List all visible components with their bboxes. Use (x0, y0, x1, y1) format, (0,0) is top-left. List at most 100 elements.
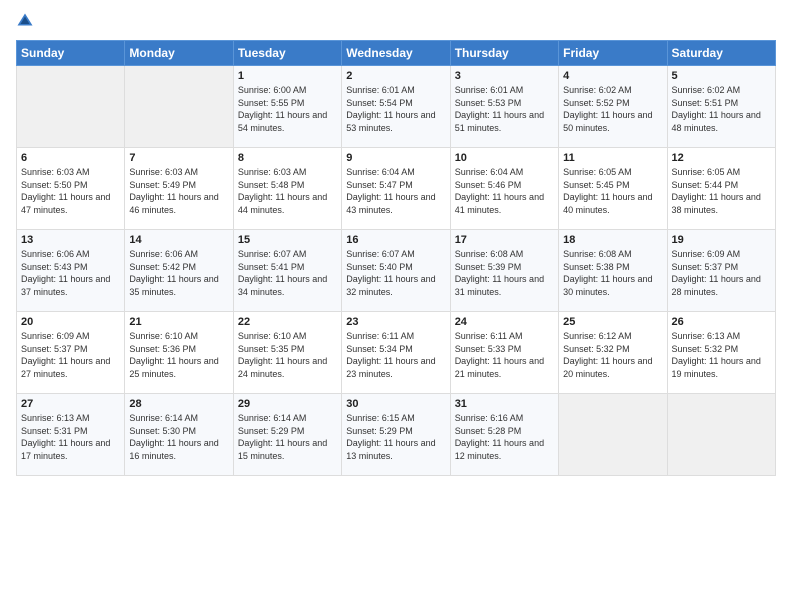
cell-info: Sunrise: 6:04 AMSunset: 5:47 PMDaylight:… (346, 166, 445, 216)
day-number: 30 (346, 398, 445, 410)
page: SundayMondayTuesdayWednesdayThursdayFrid… (0, 0, 792, 612)
cell-info: Sunrise: 6:14 AMSunset: 5:30 PMDaylight:… (129, 412, 228, 462)
cell-info: Sunrise: 6:10 AMSunset: 5:35 PMDaylight:… (238, 330, 337, 380)
day-number: 14 (129, 234, 228, 246)
day-header-monday: Monday (125, 41, 233, 66)
calendar-cell: 27 Sunrise: 6:13 AMSunset: 5:31 PMDayligh… (17, 394, 125, 476)
calendar-cell: 7Sunrise: 6:03 AMSunset: 5:49 PMDaylight… (125, 148, 233, 230)
calendar-cell (17, 66, 125, 148)
cell-info: Sunrise: 6:05 AMSunset: 5:44 PMDaylight:… (672, 166, 771, 216)
day-number: 19 (672, 234, 771, 246)
calendar-body: 1 Sunrise: 6:00 AMSunset: 5:55 PMDaylight… (17, 66, 776, 476)
cell-info: Sunrise: 6:02 AMSunset: 5:52 PMDaylight:… (563, 84, 662, 134)
cell-info: Sunrise: 6:04 AMSunset: 5:46 PMDaylight:… (455, 166, 554, 216)
calendar-cell: 13 Sunrise: 6:06 AMSunset: 5:43 PMDayligh… (17, 230, 125, 312)
calendar-cell: 19 Sunrise: 6:09 AMSunset: 5:37 PMDayligh… (667, 230, 775, 312)
cell-info: Sunrise: 6:03 AMSunset: 5:48 PMDaylight:… (238, 166, 337, 216)
cell-info: Sunrise: 6:09 AMSunset: 5:37 PMDaylight:… (672, 248, 771, 298)
week-row-4: 20Sunrise: 6:09 AMSunset: 5:37 PMDayligh… (17, 312, 776, 394)
cell-info: Sunrise: 6:01 AMSunset: 5:53 PMDaylight:… (455, 84, 554, 134)
calendar-cell: 14Sunrise: 6:06 AMSunset: 5:42 PMDayligh… (125, 230, 233, 312)
calendar-cell (559, 394, 667, 476)
week-row-1: 1 Sunrise: 6:00 AMSunset: 5:55 PMDaylight… (17, 66, 776, 148)
calendar-cell: 24 Sunrise: 6:11 AMSunset: 5:33 PMDayligh… (450, 312, 558, 394)
cell-info: Sunrise: 6:03 AMSunset: 5:49 PMDaylight:… (129, 166, 228, 216)
cell-info: Sunrise: 6:08 AMSunset: 5:38 PMDaylight:… (563, 248, 662, 298)
cell-info: Sunrise: 6:02 AMSunset: 5:51 PMDaylight:… (672, 84, 771, 134)
cell-info: Sunrise: 6:13 AMSunset: 5:31 PMDaylight:… (21, 412, 120, 462)
day-number: 15 (238, 234, 337, 246)
day-number: 1 (238, 70, 337, 82)
calendar-cell: 20Sunrise: 6:09 AMSunset: 5:37 PMDayligh… (17, 312, 125, 394)
cell-info: Sunrise: 6:16 AMSunset: 5:28 PMDaylight:… (455, 412, 554, 462)
week-row-5: 27 Sunrise: 6:13 AMSunset: 5:31 PMDayligh… (17, 394, 776, 476)
day-number: 27 (21, 398, 120, 410)
cell-info: Sunrise: 6:09 AMSunset: 5:37 PMDaylight:… (21, 330, 120, 380)
cell-info: Sunrise: 6:07 AMSunset: 5:41 PMDaylight:… (238, 248, 337, 298)
calendar-cell: 12 Sunrise: 6:05 AMSunset: 5:44 PMDayligh… (667, 148, 775, 230)
logo (16, 12, 38, 30)
week-row-3: 13 Sunrise: 6:06 AMSunset: 5:43 PMDayligh… (17, 230, 776, 312)
calendar-cell: 5 Sunrise: 6:02 AMSunset: 5:51 PMDaylight… (667, 66, 775, 148)
cell-info: Sunrise: 6:13 AMSunset: 5:32 PMDaylight:… (672, 330, 771, 380)
day-number: 22 (238, 316, 337, 328)
day-header-saturday: Saturday (667, 41, 775, 66)
header (16, 12, 776, 30)
day-number: 2 (346, 70, 445, 82)
week-row-2: 6 Sunrise: 6:03 AMSunset: 5:50 PMDaylight… (17, 148, 776, 230)
calendar-cell: 22 Sunrise: 6:10 AMSunset: 5:35 PMDayligh… (233, 312, 341, 394)
day-number: 3 (455, 70, 554, 82)
day-number: 18 (563, 234, 662, 246)
cell-info: Sunrise: 6:10 AMSunset: 5:36 PMDaylight:… (129, 330, 228, 380)
calendar-cell: 15 Sunrise: 6:07 AMSunset: 5:41 PMDayligh… (233, 230, 341, 312)
day-number: 13 (21, 234, 120, 246)
cell-info: Sunrise: 6:08 AMSunset: 5:39 PMDaylight:… (455, 248, 554, 298)
calendar-cell: 17 Sunrise: 6:08 AMSunset: 5:39 PMDayligh… (450, 230, 558, 312)
day-number: 26 (672, 316, 771, 328)
calendar-cell: 3 Sunrise: 6:01 AMSunset: 5:53 PMDaylight… (450, 66, 558, 148)
calendar-cell: 11 Sunrise: 6:05 AMSunset: 5:45 PMDayligh… (559, 148, 667, 230)
cell-info: Sunrise: 6:11 AMSunset: 5:34 PMDaylight:… (346, 330, 445, 380)
day-number: 21 (129, 316, 228, 328)
calendar-cell: 6 Sunrise: 6:03 AMSunset: 5:50 PMDaylight… (17, 148, 125, 230)
day-number: 8 (238, 152, 337, 164)
calendar-cell: 26 Sunrise: 6:13 AMSunset: 5:32 PMDayligh… (667, 312, 775, 394)
cell-info: Sunrise: 6:06 AMSunset: 5:43 PMDaylight:… (21, 248, 120, 298)
day-number: 17 (455, 234, 554, 246)
calendar-header: SundayMondayTuesdayWednesdayThursdayFrid… (17, 41, 776, 66)
logo-icon (16, 12, 34, 30)
cell-info: Sunrise: 6:12 AMSunset: 5:32 PMDaylight:… (563, 330, 662, 380)
calendar-cell: 8 Sunrise: 6:03 AMSunset: 5:48 PMDaylight… (233, 148, 341, 230)
day-number: 11 (563, 152, 662, 164)
calendar-table: SundayMondayTuesdayWednesdayThursdayFrid… (16, 40, 776, 476)
calendar-cell: 28Sunrise: 6:14 AMSunset: 5:30 PMDayligh… (125, 394, 233, 476)
day-number: 25 (563, 316, 662, 328)
day-header-thursday: Thursday (450, 41, 558, 66)
calendar-cell (667, 394, 775, 476)
cell-info: Sunrise: 6:05 AMSunset: 5:45 PMDaylight:… (563, 166, 662, 216)
calendar-cell: 31Sunrise: 6:16 AMSunset: 5:28 PMDayligh… (450, 394, 558, 476)
calendar-cell: 21 Sunrise: 6:10 AMSunset: 5:36 PMDayligh… (125, 312, 233, 394)
day-header-friday: Friday (559, 41, 667, 66)
cell-info: Sunrise: 6:11 AMSunset: 5:33 PMDaylight:… (455, 330, 554, 380)
day-number: 12 (672, 152, 771, 164)
day-number: 9 (346, 152, 445, 164)
calendar-cell: 9 Sunrise: 6:04 AMSunset: 5:47 PMDaylight… (342, 148, 450, 230)
calendar-cell: 30Sunrise: 6:15 AMSunset: 5:29 PMDayligh… (342, 394, 450, 476)
calendar-cell: 10Sunrise: 6:04 AMSunset: 5:46 PMDayligh… (450, 148, 558, 230)
day-header-tuesday: Tuesday (233, 41, 341, 66)
day-number: 16 (346, 234, 445, 246)
calendar-cell: 4 Sunrise: 6:02 AMSunset: 5:52 PMDaylight… (559, 66, 667, 148)
day-number: 29 (238, 398, 337, 410)
calendar-cell: 16Sunrise: 6:07 AMSunset: 5:40 PMDayligh… (342, 230, 450, 312)
cell-info: Sunrise: 6:00 AMSunset: 5:55 PMDaylight:… (238, 84, 337, 134)
day-number: 4 (563, 70, 662, 82)
cell-info: Sunrise: 6:03 AMSunset: 5:50 PMDaylight:… (21, 166, 120, 216)
calendar-cell: 1 Sunrise: 6:00 AMSunset: 5:55 PMDaylight… (233, 66, 341, 148)
day-number: 24 (455, 316, 554, 328)
day-number: 5 (672, 70, 771, 82)
calendar-cell: 2Sunrise: 6:01 AMSunset: 5:54 PMDaylight… (342, 66, 450, 148)
day-number: 6 (21, 152, 120, 164)
day-number: 23 (346, 316, 445, 328)
calendar-cell: 25 Sunrise: 6:12 AMSunset: 5:32 PMDayligh… (559, 312, 667, 394)
